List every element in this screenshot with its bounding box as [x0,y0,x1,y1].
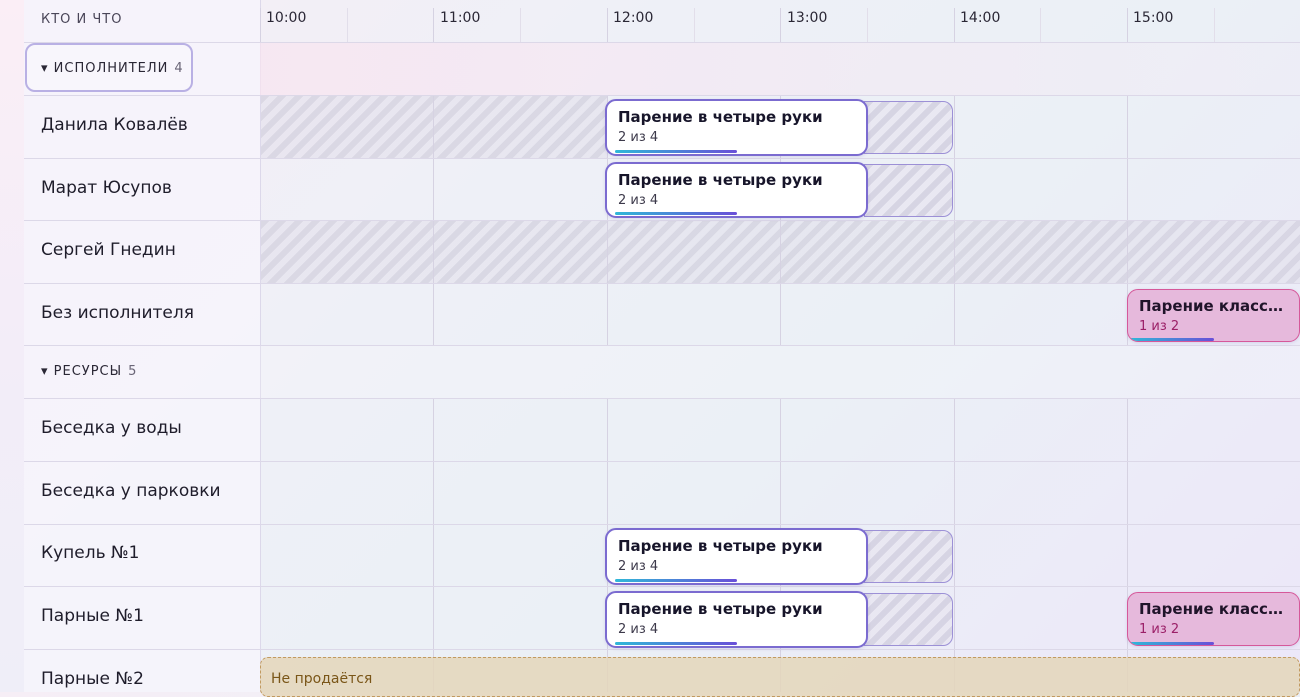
event-card[interactable]: Парение класси… 1 из 2 [1127,289,1300,342]
event-card[interactable]: Парение класси… 1 из 2 [1127,592,1300,646]
time-label-15: 15:00 [1133,10,1174,26]
row-label-resource[interactable]: Беседка у парковки [41,481,221,501]
time-label-11: 11:00 [440,10,481,26]
event-capacity: 2 из 4 [618,622,659,637]
group-band-performers [260,43,1300,95]
group-toggle-performers[interactable]: ▾ ИСПОЛНИТЕЛИ 4 [41,61,183,76]
row-label-resource[interactable]: Парные №1 [41,606,144,626]
event-card[interactable]: Парение в четыре руки 2 из 4 [605,528,868,585]
event-title: Парение в четыре руки [618,171,823,189]
event-card[interactable]: Парение в четыре руки 2 из 4 [605,99,868,156]
event-capacity: 2 из 4 [618,130,659,145]
time-label-13: 13:00 [787,10,828,26]
row-label-performer[interactable]: Сергей Гнедин [41,240,176,260]
time-label-10: 10:00 [266,10,307,26]
event-buffer-tail [864,593,953,646]
event-capacity: 2 из 4 [618,559,659,574]
group-label-performers: ▾ ИСПОЛНИТЕЛИ [41,61,169,76]
event-buffer-tail [864,164,953,217]
event-capacity: 2 из 4 [618,193,659,208]
event-card[interactable]: Парение в четыре руки 2 из 4 [605,162,868,218]
event-buffer-tail [864,530,953,583]
row-label-resource[interactable]: Купель №1 [41,543,140,563]
row-label-resource[interactable]: Беседка у воды [41,418,182,438]
event-title: Парение класси… [1139,297,1289,315]
group-band-resources [260,345,1300,398]
capacity-progress-bar [1130,642,1214,645]
event-title: Парение класси… [1139,600,1289,618]
event-buffer-tail [864,101,953,154]
not-for-sale-label: Не продаётся [271,671,373,687]
column-title: КТО И ЧТО [41,12,123,27]
event-title: Парение в четыре руки [618,537,823,555]
capacity-progress-bar [615,150,737,153]
row-label-resource[interactable]: Парные №2 [41,669,144,689]
row-label-performer[interactable]: Марат Юсупов [41,178,172,198]
unavailable-block [261,96,607,158]
capacity-progress-bar [615,579,737,582]
time-label-12: 12:00 [613,10,654,26]
event-card[interactable]: Парение в четыре руки 2 из 4 [605,591,868,648]
capacity-progress-bar [615,212,737,215]
row-label-performer[interactable]: Данила Ковалёв [41,115,188,135]
group-count-resources: 5 [128,364,137,379]
event-capacity: 1 из 2 [1139,319,1180,334]
event-title: Парение в четыре руки [618,108,823,126]
resource-sidebar [24,0,261,692]
group-count-performers: 4 [174,61,183,76]
capacity-progress-bar [615,642,737,645]
not-for-sale-block[interactable]: Не продаётся [260,657,1300,697]
left-edge-strip [0,0,24,692]
group-toggle-resources[interactable]: ▾ РЕСУРСЫ 5 [41,364,136,379]
row-label-unassigned[interactable]: Без исполнителя [41,303,194,323]
time-label-14: 14:00 [960,10,1001,26]
group-label-resources: ▾ РЕСУРСЫ [41,364,123,379]
event-capacity: 1 из 2 [1139,622,1180,637]
capacity-progress-bar [1130,338,1214,341]
event-title: Парение в четыре руки [618,600,823,618]
